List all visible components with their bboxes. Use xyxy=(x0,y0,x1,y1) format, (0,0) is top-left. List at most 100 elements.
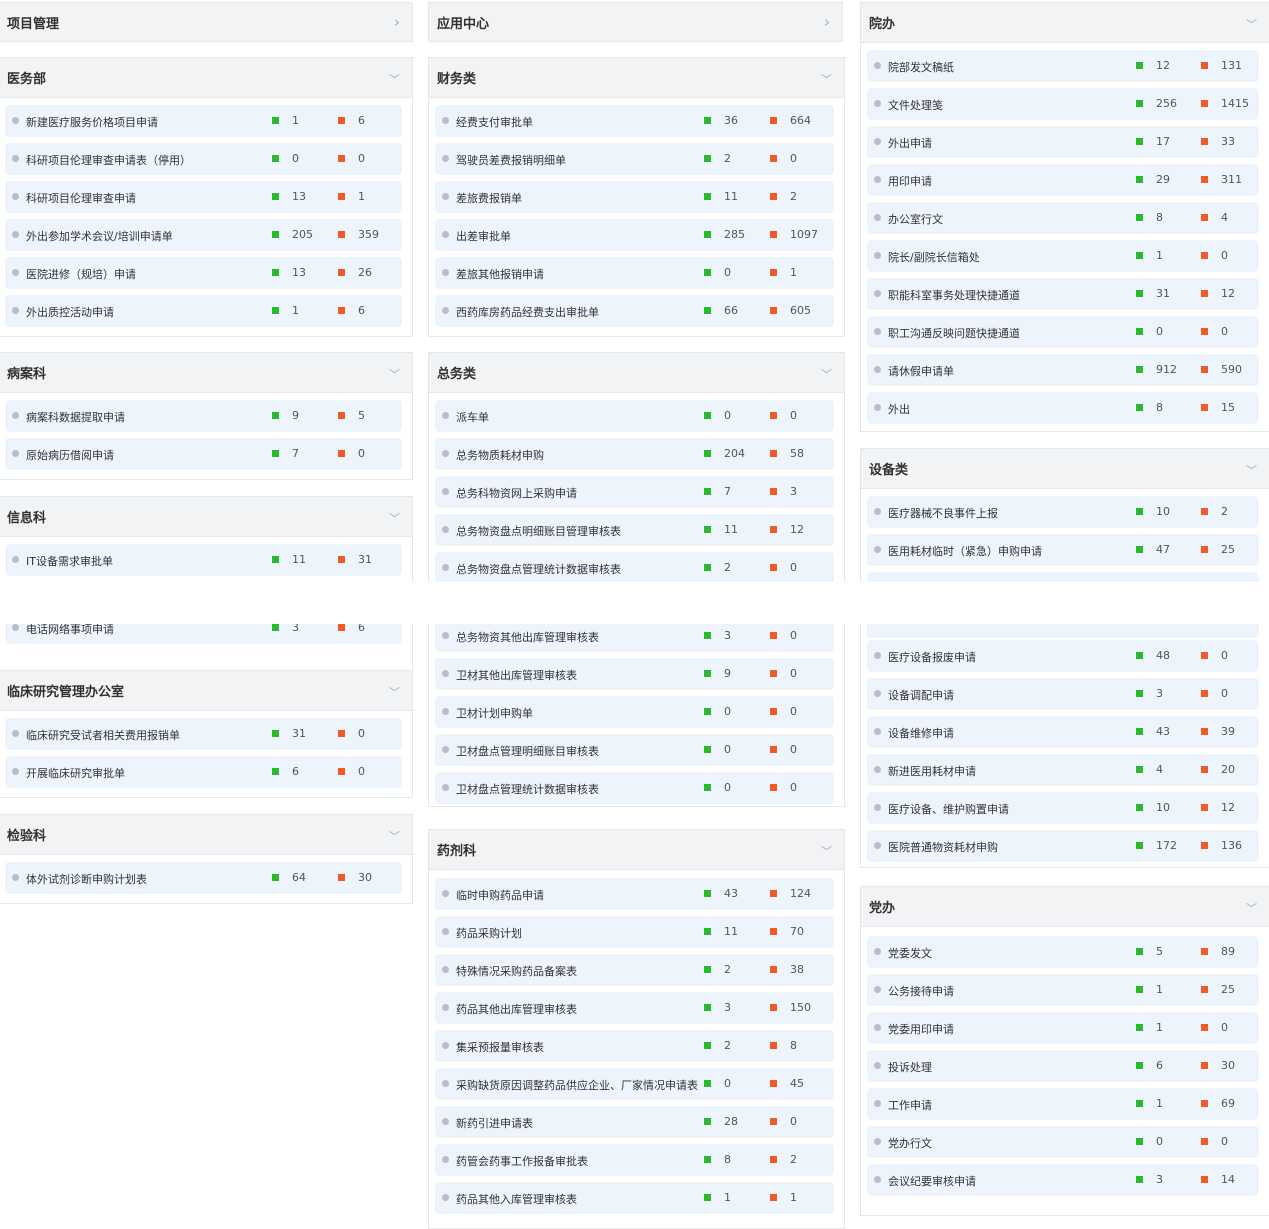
list-item[interactable]: IT设备需求审批单 11 31 xyxy=(5,544,402,576)
green-count[interactable]: 43 xyxy=(1156,725,1170,738)
chevron-right-icon[interactable]: › xyxy=(394,13,400,31)
red-count[interactable]: 2 xyxy=(1221,505,1228,518)
red-count[interactable]: 1415 xyxy=(1221,97,1249,110)
chevron-right-icon[interactable]: › xyxy=(824,13,830,31)
list-item[interactable]: 党办行文 0 0 xyxy=(867,1126,1259,1158)
green-count[interactable]: 8 xyxy=(1156,401,1163,414)
green-count[interactable]: 285 xyxy=(724,228,745,241)
list-item[interactable]: 外出 8 15 xyxy=(867,392,1259,424)
chevron-down-icon[interactable]: ﹀ xyxy=(389,71,400,87)
panel-header[interactable]: 总务类 ﹀ xyxy=(429,353,844,393)
list-item[interactable]: 药品其他出库管理审核表 3 150 xyxy=(435,992,834,1024)
green-count[interactable]: 13 xyxy=(292,266,306,279)
red-count[interactable]: 0 xyxy=(790,409,797,422)
panel-header[interactable]: 党办 ﹀ xyxy=(861,887,1269,927)
list-item[interactable]: 总务物资其他出库管理审核表 3 0 xyxy=(435,620,834,652)
panel-project-management[interactable]: 项目管理 › xyxy=(0,2,413,42)
red-count[interactable]: 136 xyxy=(1221,839,1242,852)
list-item[interactable]: 用印申请 29 311 xyxy=(867,164,1259,196)
red-count[interactable]: 6 xyxy=(358,114,365,127)
list-item[interactable]: 体外试剂诊断申购计划表 64 30 xyxy=(5,862,402,894)
chevron-down-icon[interactable]: ﹀ xyxy=(1246,900,1257,916)
green-count[interactable]: 0 xyxy=(724,743,731,756)
list-item[interactable]: 新进医用耗材申请 4 20 xyxy=(867,754,1259,786)
list-item[interactable]: 经费支付审批单 36 664 xyxy=(435,105,834,137)
red-count[interactable]: 2 xyxy=(790,190,797,203)
red-count[interactable]: 6 xyxy=(358,304,365,317)
green-count[interactable]: 0 xyxy=(1156,325,1163,338)
chevron-down-icon[interactable]: ﹀ xyxy=(821,843,832,859)
list-item[interactable]: 设备维修申请 43 39 xyxy=(867,716,1259,748)
red-count[interactable]: 0 xyxy=(1221,649,1228,662)
green-count[interactable]: 0 xyxy=(1156,1135,1163,1148)
list-item[interactable]: 公务接待申请 1 25 xyxy=(867,974,1259,1006)
list-item[interactable]: 差旅其他报销申请 0 1 xyxy=(435,257,834,289)
panel-header[interactable]: 财务类 ﹀ xyxy=(429,58,844,98)
red-count[interactable]: 58 xyxy=(790,447,804,460)
list-item[interactable]: 卫材盘点管理明细账目审核表 0 0 xyxy=(435,734,834,766)
green-count[interactable]: 64 xyxy=(292,871,306,884)
list-item[interactable]: 请休假申请单 912 590 xyxy=(867,354,1259,386)
green-count[interactable]: 3 xyxy=(1156,687,1163,700)
red-count[interactable]: 0 xyxy=(790,561,797,574)
list-item[interactable]: 会议纪要审核申请 3 14 xyxy=(867,1164,1259,1196)
red-count[interactable]: 0 xyxy=(358,727,365,740)
red-count[interactable]: 25 xyxy=(1221,543,1235,556)
red-count[interactable]: 12 xyxy=(1221,287,1235,300)
red-count[interactable]: 0 xyxy=(790,152,797,165)
chevron-down-icon[interactable]: ﹀ xyxy=(389,684,400,700)
chevron-down-icon[interactable]: ﹀ xyxy=(389,366,400,382)
list-item[interactable]: 药品其他入库管理审核表 1 1 xyxy=(435,1182,834,1214)
red-count[interactable]: 31 xyxy=(358,553,372,566)
list-item[interactable]: 医疗设备报废申请 48 0 xyxy=(867,640,1259,672)
red-count[interactable]: 0 xyxy=(1221,1135,1228,1148)
list-item[interactable]: 院部发文稿纸 12 131 xyxy=(867,50,1259,82)
chevron-down-icon[interactable]: ﹀ xyxy=(1246,16,1257,32)
green-count[interactable]: 4 xyxy=(1156,763,1163,776)
green-count[interactable]: 0 xyxy=(292,152,299,165)
list-item[interactable]: 职工沟通反映问题快捷通道 0 0 xyxy=(867,316,1259,348)
list-item[interactable]: 医疗设备、维护购置申请 10 12 xyxy=(867,792,1259,824)
green-count[interactable]: 36 xyxy=(724,114,738,127)
red-count[interactable]: 1 xyxy=(790,1191,797,1204)
green-count[interactable]: 2 xyxy=(724,963,731,976)
green-count[interactable]: 1 xyxy=(724,1191,731,1204)
list-item[interactable]: 院长/副院长信箱处 1 0 xyxy=(867,240,1259,272)
list-item[interactable]: 原始病历借阅申请 7 0 xyxy=(5,438,402,470)
list-item[interactable]: 卫材其他出库管理审核表 9 0 xyxy=(435,658,834,690)
green-count[interactable]: 31 xyxy=(1156,287,1170,300)
green-count[interactable]: 1 xyxy=(292,114,299,127)
list-item[interactable]: 新药引进申请表 28 0 xyxy=(435,1106,834,1138)
green-count[interactable]: 0 xyxy=(724,781,731,794)
list-item[interactable]: 采购缺货原因调整药品供应企业、厂家情况申请表 0 45 xyxy=(435,1068,834,1100)
red-count[interactable]: 0 xyxy=(790,705,797,718)
list-item[interactable]: 特殊情况采购药品备案表 2 38 xyxy=(435,954,834,986)
green-count[interactable]: 1 xyxy=(1156,1097,1163,1110)
list-item[interactable]: 卫材计划申购单 0 0 xyxy=(435,696,834,728)
red-count[interactable]: 89 xyxy=(1221,945,1235,958)
chevron-down-icon[interactable]: ﹀ xyxy=(389,828,400,844)
list-item[interactable]: 党委用印申请 1 0 xyxy=(867,1012,1259,1044)
green-count[interactable]: 66 xyxy=(724,304,738,317)
chevron-down-icon[interactable]: ﹀ xyxy=(821,366,832,382)
green-count[interactable]: 29 xyxy=(1156,173,1170,186)
green-count[interactable]: 1 xyxy=(292,304,299,317)
red-count[interactable]: 8 xyxy=(790,1039,797,1052)
red-count[interactable]: 664 xyxy=(790,114,811,127)
list-item[interactable]: 总务科物资网上采购申请 7 3 xyxy=(435,476,834,508)
red-count[interactable]: 590 xyxy=(1221,363,1242,376)
panel-header[interactable]: 临床研究管理办公室 ﹀ xyxy=(0,671,412,711)
list-item[interactable]: 医用耗材临时（紧急）申购申请 47 25 xyxy=(867,534,1259,566)
red-count[interactable]: 0 xyxy=(1221,325,1228,338)
list-item[interactable]: 医院普通物资耗材申购 172 136 xyxy=(867,830,1259,862)
green-count[interactable]: 17 xyxy=(1156,135,1170,148)
red-count[interactable]: 0 xyxy=(790,781,797,794)
list-item[interactable]: 投诉处理 6 30 xyxy=(867,1050,1259,1082)
chevron-down-icon[interactable]: ﹀ xyxy=(821,71,832,87)
green-count[interactable]: 0 xyxy=(724,266,731,279)
green-count[interactable]: 0 xyxy=(724,409,731,422)
list-item[interactable]: 病案科数据提取申请 9 5 xyxy=(5,400,402,432)
green-count[interactable]: 11 xyxy=(292,553,306,566)
green-count[interactable]: 12 xyxy=(1156,59,1170,72)
list-item[interactable]: 外出申请 17 33 xyxy=(867,126,1259,158)
